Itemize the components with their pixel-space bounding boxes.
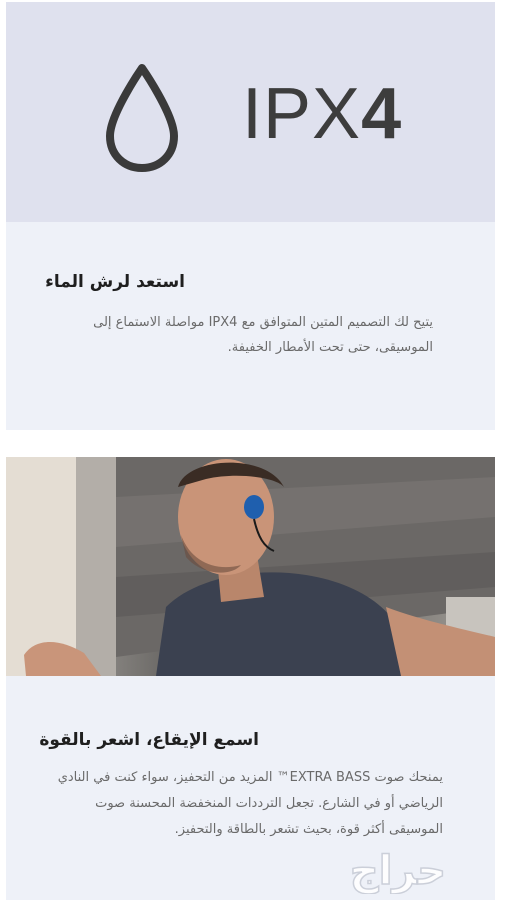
feature-description-water: يتيح لك التصميم المتين المتوافق مع IPX4 … [93, 315, 433, 355]
water-drop-icon [106, 64, 178, 172]
feature-description-bass: يمنحك صوت EXTRA BASS™ المزيد من التحفيز،… [57, 770, 443, 837]
ipx-prefix: IPX [242, 74, 362, 154]
ipx4-rating-label: IPX4 [242, 74, 402, 154]
runner-photo [6, 457, 495, 676]
haraj-watermark-logo: حراج [349, 847, 447, 894]
feature-title-water: استعد لرش الماء [45, 272, 185, 292]
runner-illustration [6, 457, 495, 676]
ipx-digit: 4 [361, 74, 403, 154]
ipx4-banner: IPX4 [6, 2, 495, 222]
svg-text:حراج: حراج [350, 848, 446, 894]
feature-title-bass: اسمع الإيقاع، اشعر بالقوة [39, 730, 259, 750]
feature-card-water-resistance: IPX4 [6, 2, 495, 430]
